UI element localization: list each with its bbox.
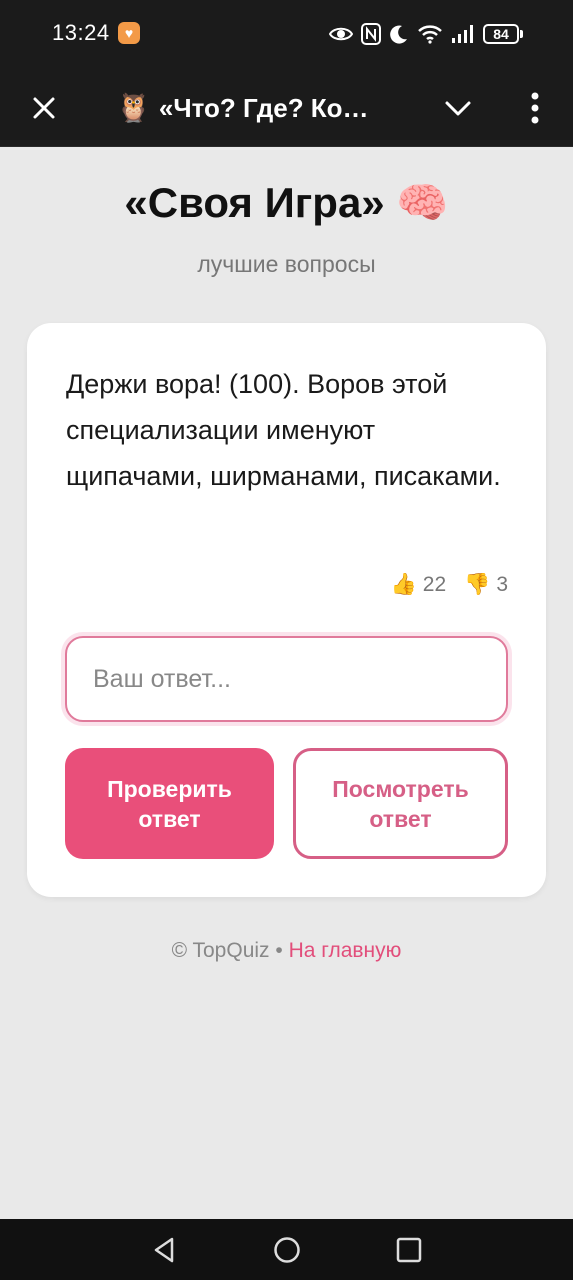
like-count: 22 bbox=[422, 573, 447, 596]
recent-apps-icon[interactable] bbox=[394, 1235, 424, 1265]
answer-input[interactable] bbox=[65, 636, 508, 722]
signal-icon bbox=[452, 25, 473, 43]
back-icon[interactable] bbox=[150, 1235, 180, 1265]
thumbs-up-icon: 👍 bbox=[390, 573, 417, 596]
status-bar: 13:24 ♥ 84 bbox=[0, 0, 573, 68]
home-icon[interactable] bbox=[272, 1235, 302, 1265]
footer: © TopQuiz • На главную bbox=[0, 939, 573, 963]
app-title-text: «Что? Где? Ко… bbox=[158, 92, 369, 123]
moon-icon bbox=[390, 25, 407, 44]
app-bar: 🦉 «Что? Где? Ко… bbox=[0, 68, 573, 147]
notification-heart-icon: ♥ bbox=[118, 22, 140, 44]
home-link[interactable]: На главную bbox=[289, 939, 402, 962]
nfc-icon bbox=[361, 23, 381, 45]
more-vertical-icon[interactable] bbox=[520, 86, 550, 130]
system-nav-bar bbox=[0, 1219, 573, 1280]
dislike-count: 3 bbox=[496, 573, 508, 596]
owl-icon: 🦉 bbox=[116, 92, 151, 123]
page-subtitle: лучшие вопросы bbox=[197, 251, 376, 277]
page-title: «Своя Игра» 🧠 bbox=[124, 179, 449, 226]
check-answer-button[interactable]: Проверить ответ bbox=[65, 748, 274, 859]
wifi-icon bbox=[418, 25, 442, 44]
app-title: 🦉 «Что? Где? Ко… bbox=[116, 88, 406, 128]
thumbs-down-icon: 👎 bbox=[464, 573, 491, 596]
show-answer-button[interactable]: Посмотреть ответ bbox=[293, 748, 508, 859]
battery-level: 84 bbox=[483, 24, 519, 44]
close-icon[interactable] bbox=[26, 90, 62, 126]
like-button[interactable]: 👍 22 bbox=[391, 573, 447, 597]
status-icons: 84 bbox=[329, 20, 523, 48]
chevron-down-icon[interactable] bbox=[440, 90, 476, 126]
dislike-button[interactable]: 👎 3 bbox=[464, 573, 508, 597]
status-time: 13:24 bbox=[52, 20, 110, 45]
question-card: Держи вора! (100). Воров этой специализа… bbox=[27, 323, 546, 897]
footer-copyright: © TopQuiz bbox=[171, 939, 270, 962]
votes: 👍 22 👎 3 bbox=[391, 573, 508, 597]
battery-icon: 84 bbox=[483, 24, 523, 44]
question-text: Держи вора! (100). Воров этой специализа… bbox=[66, 369, 501, 491]
page-content: «Своя Игра» 🧠 лучшие вопросы Держи вора!… bbox=[0, 147, 573, 1219]
footer-separator: • bbox=[269, 939, 289, 962]
eye-icon bbox=[329, 27, 353, 41]
